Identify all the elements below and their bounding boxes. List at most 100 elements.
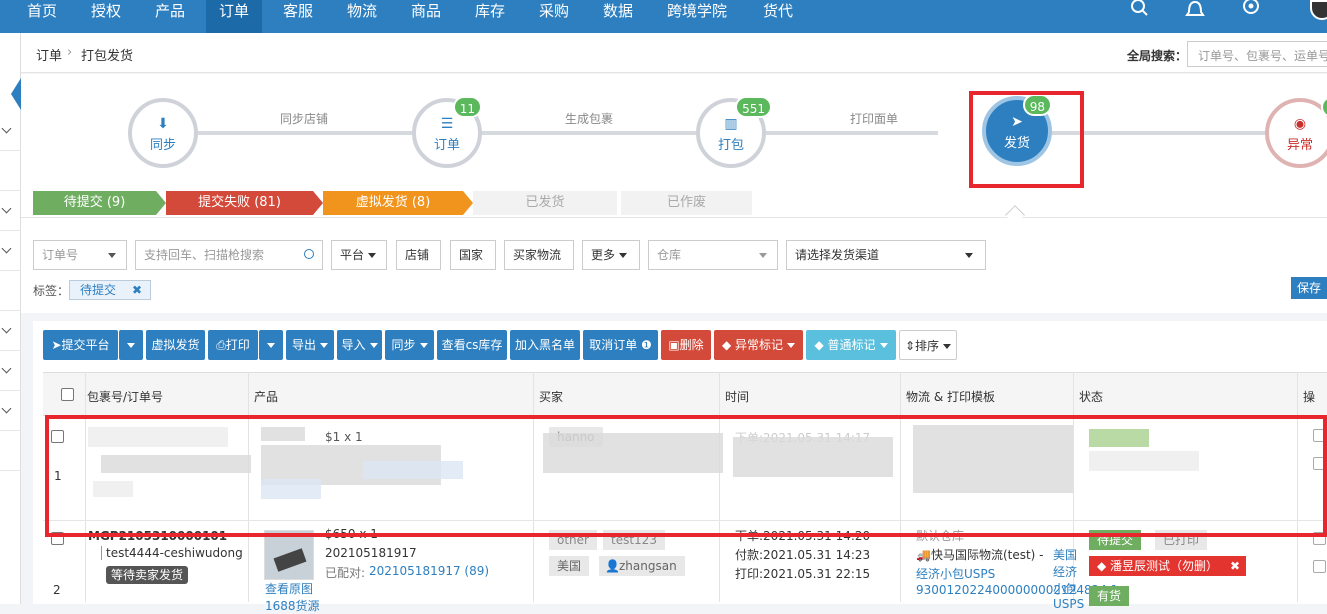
sidebar-row[interactable]: [0, 151, 21, 191]
step-order[interactable]: ☰ 订单 11: [412, 96, 482, 168]
nav-auth[interactable]: 授权: [78, 0, 134, 33]
tag-text: 潘昱辰测试（勿删）: [1110, 559, 1219, 573]
abnormal-mark-dropdown[interactable]: ◆ 异常标记: [714, 330, 803, 360]
list-icon: ☰: [440, 116, 454, 132]
close-icon[interactable]: ✖: [1230, 556, 1240, 576]
sidebar-row[interactable]: [0, 271, 21, 311]
step-label: 异常: [1286, 138, 1313, 153]
bell-icon[interactable]: [1185, 0, 1205, 22]
nav-stock[interactable]: 库存: [462, 0, 518, 33]
tab-arrow: [313, 191, 323, 215]
avatar[interactable]: [1310, 0, 1327, 20]
step-label: 同步: [149, 138, 176, 153]
stock-badge: 有货: [1089, 586, 1130, 606]
sidebar-row[interactable]: [0, 111, 21, 151]
normal-mark-dropdown[interactable]: ◆ 普通标记: [806, 330, 896, 360]
col-status: 状态: [1079, 390, 1104, 404]
sync-dropdown[interactable]: 同步: [385, 330, 434, 360]
step-abnormal[interactable]: ◉ 异常 3: [1265, 96, 1327, 168]
button-label: 同步: [391, 338, 416, 352]
nav-goods[interactable]: 商品: [398, 0, 454, 33]
platform-dropdown[interactable]: 平台: [331, 240, 387, 270]
tab-virtual-ship[interactable]: 虚拟发货 (8): [323, 191, 463, 215]
import-dropdown[interactable]: 导入: [337, 330, 382, 360]
nav-service[interactable]: 客服: [270, 0, 326, 33]
nav-forwarder[interactable]: 货代: [750, 0, 806, 33]
cancel-order-button[interactable]: 取消订单 ❶: [583, 330, 658, 360]
top-nav: 首页 授权 产品 订单 客服 物流 商品 库存 采购 数据 跨境学院 货代: [0, 0, 1327, 33]
save-button[interactable]: 保存: [1291, 277, 1327, 299]
view-image-link[interactable]: 查看原图: [265, 580, 313, 597]
caret-down-icon: [943, 344, 952, 349]
tab-submit-failed[interactable]: 提交失败 (81): [166, 191, 313, 215]
button-label: 删除: [679, 338, 704, 352]
download-icon: ⬇: [157, 116, 169, 132]
gear-icon[interactable]: [1241, 0, 1261, 22]
caret-down-icon: [419, 343, 428, 348]
tracking-number[interactable]: 9300120224000000002124824 1: [916, 583, 1118, 597]
product-thumbnail[interactable]: [264, 530, 314, 580]
nav-home[interactable]: 首页: [14, 0, 70, 33]
sidebar-row[interactable]: [0, 391, 21, 431]
warehouse-select[interactable]: 仓库: [648, 240, 778, 270]
left-sidebar: [0, 33, 21, 604]
nav-logistics[interactable]: 物流: [334, 0, 390, 33]
tag-chip[interactable]: 待提交 ✖: [69, 280, 151, 300]
sidebar-collapse-handle[interactable]: [11, 78, 21, 110]
print-button[interactable]: ⎙打印: [208, 330, 258, 360]
virtual-ship-button[interactable]: 虚拟发货: [146, 330, 205, 360]
nav-product[interactable]: 产品: [142, 0, 198, 33]
action-checkbox[interactable]: [1313, 560, 1326, 573]
tab-voided[interactable]: 已作废: [621, 191, 752, 215]
submit-platform-button[interactable]: ➤提交平台: [43, 330, 118, 360]
global-search-input[interactable]: 订单号、包裹号、运单号: [1187, 41, 1327, 67]
col-time: 时间: [725, 390, 750, 404]
step-pack[interactable]: ▥ 打包 551: [696, 96, 772, 168]
add-blacklist-button[interactable]: 加入黑名单: [510, 330, 580, 360]
channel-select[interactable]: 请选择发货渠道: [786, 240, 986, 270]
nav-order[interactable]: 订单: [206, 0, 263, 33]
nav-data[interactable]: 数据: [590, 0, 646, 33]
flow-line: [163, 131, 938, 135]
order-number-select[interactable]: 订单号: [33, 240, 127, 270]
pay-time: 付款:2021.05.31 14:23: [735, 548, 871, 562]
step-sync[interactable]: ⬇ 同步: [128, 98, 198, 168]
tag-chip-label: 待提交: [80, 283, 117, 297]
country-button[interactable]: 国家: [450, 240, 496, 270]
submit-dropdown-toggle[interactable]: [119, 330, 143, 360]
search-placeholder: 支持回车、扫描枪搜索: [144, 248, 265, 262]
logistics-link[interactable]: 美国经济小包USPS: [1053, 546, 1084, 611]
button-label: 排序: [915, 339, 940, 353]
step-badge: 11: [452, 96, 482, 118]
sidebar-row[interactable]: [0, 431, 21, 471]
nav-academy[interactable]: 跨境学院: [654, 0, 740, 33]
matched-sku-link[interactable]: 202105181917 (89): [369, 564, 489, 578]
search-icon: [304, 249, 314, 259]
logistics-link-cont[interactable]: 经济小包USPS: [916, 565, 995, 582]
store-button[interactable]: 店铺: [396, 240, 441, 270]
close-icon[interactable]: ✖: [132, 281, 142, 299]
tag-label[interactable]: ◆ 潘昱辰测试（勿删） ✖: [1089, 556, 1246, 576]
sidebar-row[interactable]: [0, 351, 21, 391]
tab-pending-submit[interactable]: 待提交 (9): [33, 191, 156, 215]
delete-button[interactable]: ▣删除: [661, 330, 711, 360]
tags-label: 标签：: [33, 284, 70, 298]
sidebar-row[interactable]: [0, 191, 21, 231]
buyer-logistics-button[interactable]: 买家物流: [504, 240, 574, 270]
select-all-checkbox[interactable]: [61, 388, 74, 401]
sort-dropdown[interactable]: ⇕排序: [899, 330, 957, 360]
export-dropdown[interactable]: 导出: [286, 330, 334, 360]
nav-purchase[interactable]: 采购: [526, 0, 582, 33]
print-dropdown-toggle[interactable]: [259, 330, 283, 360]
sidebar-row[interactable]: [0, 311, 21, 351]
sidebar-row[interactable]: [0, 231, 21, 271]
logistics-text: 快马国际物流(test) -: [930, 548, 1044, 562]
view-cs-stock-button[interactable]: 查看cs库存: [437, 330, 507, 360]
more-dropdown[interactable]: 更多: [582, 240, 640, 270]
search-input[interactable]: 支持回车、扫描枪搜索: [135, 240, 323, 270]
matched-label: 已配对:: [325, 566, 366, 580]
search-icon[interactable]: [1129, 0, 1149, 22]
source-link[interactable]: 1688货源: [265, 597, 320, 614]
tab-shipped[interactable]: 已发货: [473, 191, 617, 215]
breadcrumb-root[interactable]: 订单: [36, 45, 62, 64]
